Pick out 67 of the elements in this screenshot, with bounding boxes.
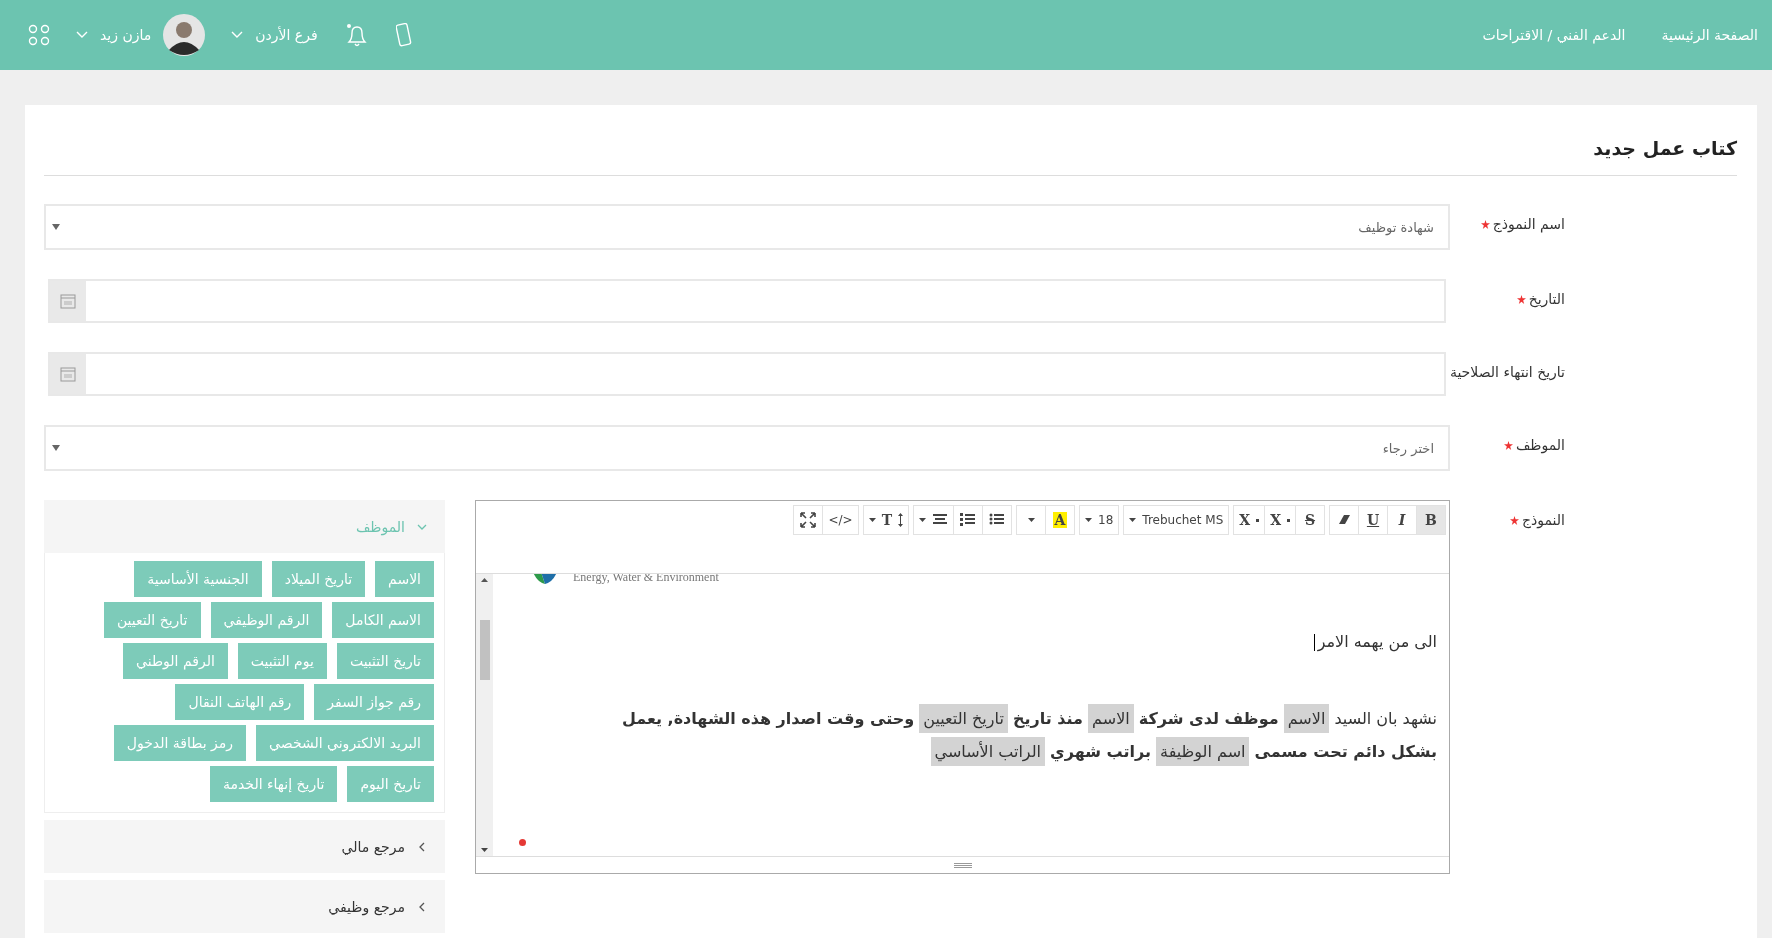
strikethrough-button[interactable]: S [1295, 505, 1325, 535]
select-field[interactable]: شهادة توظيف [44, 204, 1450, 250]
caret-icon [1085, 518, 1093, 522]
field-label: الموظف [1515, 437, 1565, 453]
clear-format-button[interactable] [1329, 505, 1359, 535]
caret-icon [919, 518, 927, 522]
field-label: تاريخ انتهاء الصلاحية [1449, 364, 1565, 380]
accordion-header[interactable]: مرجع وظيفي [44, 880, 445, 933]
resize-handle-icon[interactable] [953, 862, 972, 868]
fullscreen-button[interactable] [793, 505, 824, 535]
code-view-button[interactable]: </> [822, 505, 859, 535]
caret-icon [868, 518, 876, 522]
dropdown-arrow-icon[interactable] [52, 445, 60, 451]
text-cursor [1313, 634, 1315, 651]
body-text: الى من يهمه الامر [1317, 632, 1437, 651]
page-title: كتاب عمل جديد [44, 137, 1737, 176]
numbered-list-button[interactable] [953, 505, 984, 535]
align-button[interactable] [913, 505, 955, 535]
apps-icon[interactable] [28, 24, 50, 46]
phone-icon[interactable] [395, 23, 412, 47]
text-color-button[interactable]: A [1045, 505, 1076, 535]
scrollbar-thumb[interactable] [479, 620, 490, 680]
bold-button[interactable]: B [1416, 505, 1446, 535]
field-label: التاريخ [1528, 291, 1565, 307]
placeholder-chip[interactable]: الاسم [1283, 704, 1330, 733]
field-label: النموذج [1522, 512, 1565, 528]
dropdown-arrow-icon[interactable] [52, 224, 60, 230]
body-text: نشهد بان السيد [1334, 709, 1437, 728]
calendar-icon[interactable] [60, 366, 76, 382]
date-field[interactable] [48, 279, 1446, 323]
caret-icon[interactable] [231, 31, 244, 39]
body-text: وحتى وقت اصدار هذه الشهادة, يعمل [621, 709, 915, 728]
caret-icon [1129, 518, 1137, 522]
placeholder-chip[interactable]: الراتب الأساسي [930, 737, 1045, 766]
numbered-list-icon [960, 512, 977, 528]
select-field[interactable]: اختر رجاء [44, 425, 1450, 471]
fullscreen-icon [800, 512, 817, 528]
status-dot [519, 839, 526, 846]
scroll-up-icon[interactable] [481, 578, 488, 582]
italic-button[interactable]: I [1387, 505, 1417, 535]
color-menu-button[interactable] [1016, 505, 1047, 535]
caret-icon[interactable] [76, 31, 88, 39]
dropdown-button[interactable]: 18 [1079, 505, 1120, 535]
underline-button[interactable]: U [1358, 505, 1388, 535]
dropdown-button[interactable]: Trebuchet MS [1123, 505, 1230, 535]
placeholder-chip[interactable]: تاريخ التعيين [919, 704, 1008, 733]
body-text: بشكل دائم تحت مسمى [1254, 742, 1437, 761]
date-field[interactable] [48, 352, 1446, 396]
caret-icon [1027, 518, 1035, 522]
body-text: موظف لدى شركة [1138, 709, 1279, 728]
subscript-button[interactable]: X [1233, 505, 1266, 535]
placeholder-chip[interactable]: اسم الوظيفة [1156, 737, 1250, 766]
calendar-icon[interactable] [60, 293, 76, 309]
chevron-left-icon [417, 841, 427, 852]
body-text: منذ تاريخ [1012, 709, 1083, 728]
body-text: براتب شهري [1050, 742, 1151, 761]
accordion-header[interactable]: مرجع مالي [44, 820, 445, 873]
chevron-left-icon [417, 901, 427, 912]
scrollbar[interactable] [476, 574, 493, 856]
scroll-down-icon[interactable] [481, 848, 488, 852]
avatar[interactable] [163, 14, 206, 56]
placeholder-chip[interactable]: الاسم [1088, 704, 1134, 733]
line-height-button[interactable]: T [862, 505, 910, 535]
field-label: اسم النموذج [1492, 216, 1565, 232]
bullet-list-button[interactable] [982, 505, 1013, 535]
arrows-icon [898, 513, 904, 527]
superscript-button[interactable]: X [1264, 505, 1296, 535]
